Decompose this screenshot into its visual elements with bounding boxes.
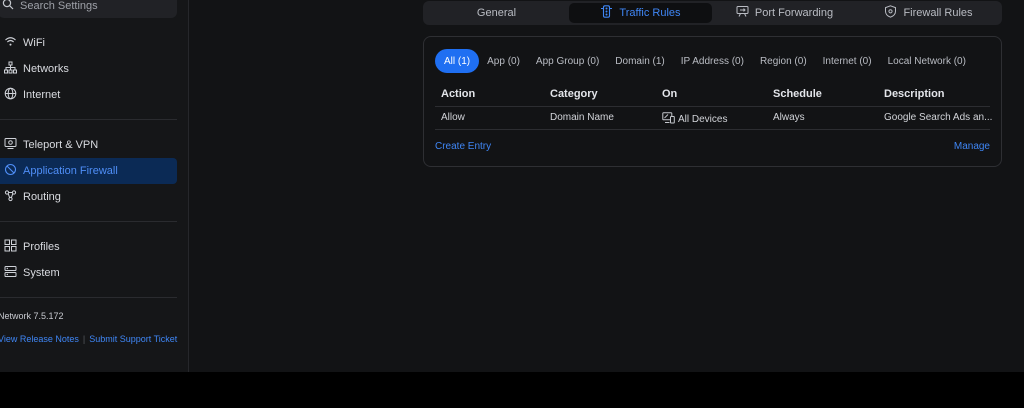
manage-button[interactable]: Manage [954,141,990,152]
shield-icon [4,163,17,179]
filter-chip-app-group[interactable]: App Group (0) [528,49,607,73]
sidebar-item-wifi[interactable]: WiFi [0,30,177,56]
version-label: Network 7.5.172 [0,311,64,321]
table-header: Action Category On Schedule Description [435,82,990,107]
app-window: Search Settings WiFi Networks Internet T… [0,0,1024,372]
sidebar-divider [0,221,177,222]
search-placeholder: Search Settings [20,0,98,12]
traffic-rules-panel: All (1) App (0) App Group (0) Domain (1)… [423,36,1002,167]
sidebar-item-label: Profiles [23,241,60,253]
port-forwarding-icon [736,5,755,21]
support-ticket-link[interactable]: Submit Support Ticket [89,334,177,344]
filter-chip-region[interactable]: Region (0) [752,49,815,73]
tab-label: General [476,7,517,19]
networks-icon [4,61,17,77]
sidebar-item-label: WiFi [23,37,45,49]
sidebar: Search Settings WiFi Networks Internet T… [0,0,189,372]
column-header-description[interactable]: Description [884,88,945,100]
tab-label: Firewall Rules [903,7,973,19]
release-notes-link[interactable]: View Release Notes [0,334,79,344]
cell-schedule: Always [773,112,805,123]
sidebar-item-system[interactable]: System [0,260,177,286]
filter-chip-ip-address[interactable]: IP Address (0) [673,49,752,73]
filter-chip-domain[interactable]: Domain (1) [607,49,672,73]
filter-chips: All (1) App (0) App Group (0) Domain (1)… [435,49,974,73]
search-icon [2,0,14,15]
filter-chip-app[interactable]: App (0) [479,49,528,73]
sidebar-divider [0,297,177,298]
sidebar-item-application-firewall[interactable]: Application Firewall [0,158,177,184]
column-header-schedule[interactable]: Schedule [773,88,822,100]
sidebar-item-label: Application Firewall [23,165,118,177]
filter-chip-all[interactable]: All (1) [435,49,480,73]
link-separator: | [82,334,86,344]
profiles-icon [4,239,17,255]
routing-icon [4,189,17,205]
tab-label: Traffic Rules [619,7,681,19]
filter-chip-local-network[interactable]: Local Network (0) [880,49,974,73]
globe-icon [4,87,17,103]
sidebar-item-label: Internet [23,89,61,101]
settings-tabs: General Traffic Rules Port Forwarding Fi… [423,1,1002,25]
tab-general[interactable]: General [425,3,568,23]
tab-label: Port Forwarding [754,7,834,19]
devices-icon [662,112,678,127]
sidebar-item-internet[interactable]: Internet [0,82,177,108]
column-header-category[interactable]: Category [550,88,598,100]
sidebar-item-label: Routing [23,191,61,203]
teleport-icon [4,137,17,153]
sidebar-item-teleport-vpn[interactable]: Teleport & VPN [0,132,177,158]
column-header-on[interactable]: On [662,88,677,100]
sidebar-item-label: Networks [23,63,69,75]
create-entry-button[interactable]: Create Entry [435,141,491,152]
sidebar-item-label: Teleport & VPN [23,139,99,151]
column-header-action[interactable]: Action [441,88,475,100]
cell-on: All Devices [662,112,727,127]
sidebar-item-routing[interactable]: Routing [0,184,177,210]
bottom-black-area [0,372,1024,408]
cell-action: Allow [441,112,465,123]
tab-traffic-rules[interactable]: Traffic Rules [569,3,712,23]
search-input[interactable]: Search Settings [0,0,177,18]
traffic-light-icon [600,5,619,21]
cell-description: Google Search Ads an... [884,112,993,123]
system-icon [4,265,17,281]
sidebar-item-networks[interactable]: Networks [0,56,177,82]
cell-category: Domain Name [550,112,614,123]
wifi-icon [4,35,17,51]
cell-on-text: All Devices [678,114,728,125]
filter-chip-internet[interactable]: Internet (0) [815,49,880,73]
sidebar-links: View Release Notes | Submit Support Tick… [0,334,177,344]
table-row[interactable]: Allow Domain Name All Devices Always Goo… [435,107,993,130]
tab-firewall-rules[interactable]: Firewall Rules [857,3,1000,23]
shield-icon [884,5,903,21]
sidebar-divider [0,119,177,120]
tab-port-forwarding[interactable]: Port Forwarding [713,3,856,23]
sidebar-item-label: System [23,267,60,279]
sidebar-item-profiles[interactable]: Profiles [0,234,177,260]
